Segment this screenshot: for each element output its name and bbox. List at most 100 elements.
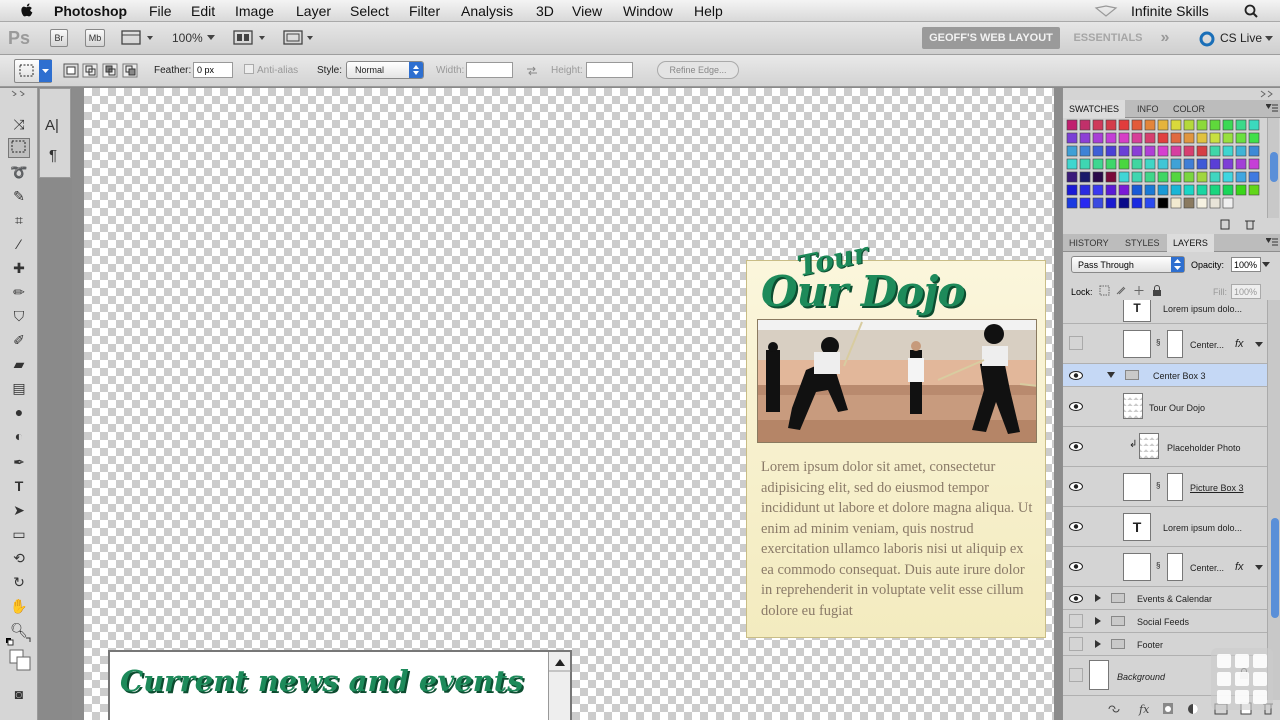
apple-icon[interactable] (20, 3, 34, 18)
zoom-dropdown-icon[interactable] (207, 35, 215, 41)
menu-layer[interactable]: Layer (296, 3, 331, 19)
layer-name[interactable]: Center... (1190, 340, 1224, 350)
eraser-tool-icon[interactable]: ▰ (8, 354, 30, 374)
lasso-tool-icon[interactable]: ➰ (8, 162, 30, 182)
color-swatches-icon[interactable] (4, 636, 34, 676)
menu-filter[interactable]: Filter (409, 3, 440, 19)
layer-row[interactable]: § Picture Box 3 (1063, 467, 1267, 507)
history-brush-tool-icon[interactable]: ✐ (8, 330, 30, 350)
menu-analysis[interactable]: Analysis (461, 3, 513, 19)
swatches-scrollbar[interactable] (1267, 118, 1279, 218)
visibility-eye-icon[interactable] (1069, 522, 1083, 531)
layer-name[interactable]: Social Feeds (1137, 617, 1189, 627)
arrange-documents-icon[interactable] (233, 30, 269, 46)
effects-expand-icon[interactable] (1255, 565, 1263, 571)
crop-tool-icon[interactable]: ⌗ (8, 210, 30, 230)
cs-live-button[interactable]: CS Live (1220, 31, 1262, 45)
tools-panel-collapse-icon[interactable] (0, 90, 38, 96)
3d-rotate-tool-icon[interactable]: ⟲ (8, 548, 30, 568)
document-canvas[interactable]: Tour Our Dojo Lorem ipsum dolor sit amet… (84, 88, 1054, 720)
swatch-grid[interactable] (1065, 118, 1261, 214)
layers-scroll-thumb[interactable] (1271, 518, 1279, 618)
visibility-empty-icon[interactable] (1069, 668, 1083, 682)
shape-tool-icon[interactable]: ▭ (8, 524, 30, 544)
menu-app-name[interactable]: Photoshop (54, 3, 127, 19)
cs-live-icon[interactable] (1199, 31, 1215, 47)
layer-row[interactable]: Tour Our Dojo (1063, 387, 1267, 427)
layer-group-row-selected[interactable]: Center Box 3 (1063, 364, 1267, 387)
layer-row[interactable]: ↲ Placeholder Photo (1063, 427, 1267, 467)
feather-input[interactable] (193, 62, 233, 78)
visibility-eye-icon[interactable] (1069, 562, 1083, 571)
swatches-scroll-thumb[interactable] (1270, 152, 1278, 182)
marquee-tool-icon[interactable] (8, 138, 30, 158)
refine-edge-button[interactable]: Refine Edge... (657, 61, 739, 79)
tab-layers[interactable]: LAYERS (1167, 234, 1214, 252)
selection-mode-icons[interactable] (63, 63, 139, 79)
blend-mode-select[interactable]: Pass Through (1071, 256, 1185, 273)
view-extras-icon[interactable] (121, 30, 155, 46)
clone-stamp-tool-icon[interactable]: ⛉ (8, 306, 30, 326)
menu-select[interactable]: Select (350, 3, 389, 19)
bridge-button[interactable]: Br (50, 29, 68, 47)
center-box-3[interactable]: Tour Our Dojo Lorem ipsum dolor sit amet… (746, 236, 1046, 638)
visibility-empty-icon[interactable] (1069, 614, 1083, 628)
anti-alias-checkbox[interactable] (244, 64, 254, 74)
gradient-tool-icon[interactable]: ▤ (8, 378, 30, 398)
visibility-eye-icon[interactable] (1069, 482, 1083, 491)
style-select[interactable]: Normal (346, 61, 424, 79)
tool-preset-picker[interactable] (14, 59, 52, 83)
visibility-empty-icon[interactable] (1069, 336, 1083, 350)
zoom-level[interactable]: 100% (172, 31, 203, 45)
quick-mask-icon[interactable]: ◙ (8, 684, 30, 704)
blur-tool-icon[interactable]: ● (8, 402, 30, 422)
menu-view[interactable]: View (572, 3, 602, 19)
layer-name[interactable]: Events & Calendar (1137, 594, 1212, 604)
quick-selection-tool-icon[interactable]: ✎ (8, 186, 30, 206)
screen-mode-icon[interactable] (283, 30, 317, 46)
pen-tool-icon[interactable]: ✒ (8, 452, 30, 472)
width-input[interactable] (466, 62, 513, 78)
layer-name[interactable]: Picture Box 3 (1190, 483, 1244, 493)
eyedropper-tool-icon[interactable]: ⁄ (8, 234, 30, 254)
paragraph-panel-icon[interactable]: ¶ (49, 147, 57, 164)
visibility-eye-icon[interactable] (1069, 594, 1083, 603)
events-calendar-box[interactable]: Current news and events (108, 650, 572, 720)
spotlight-search-icon[interactable] (1244, 4, 1258, 18)
fill-input[interactable]: 100% (1231, 284, 1261, 299)
path-selection-tool-icon[interactable]: ➤ (8, 500, 30, 520)
layer-row[interactable]: T Lorem ipsum dolo... (1063, 300, 1267, 324)
swatches-footer-icons[interactable] (1213, 218, 1261, 230)
tab-styles[interactable]: STYLES (1119, 234, 1166, 252)
healing-brush-tool-icon[interactable]: ✚ (8, 258, 30, 278)
layer-row[interactable]: T Lorem ipsum dolo... (1063, 507, 1267, 547)
hand-tool-icon[interactable]: ✋ (8, 596, 30, 616)
layer-name[interactable]: Center... (1190, 563, 1224, 573)
group-expanded-icon[interactable] (1107, 372, 1115, 379)
layer-group-row[interactable]: Social Feeds (1063, 610, 1267, 633)
tab-history[interactable]: HISTORY (1063, 234, 1115, 252)
layer-effects-fx-icon[interactable]: fx (1235, 338, 1244, 350)
tab-info[interactable]: INFO (1131, 100, 1165, 118)
swatches-panel-menu-icon[interactable] (1266, 104, 1278, 114)
effects-expand-icon[interactable] (1255, 342, 1263, 348)
layer-name[interactable]: Center Box 3 (1153, 371, 1206, 381)
layer-name[interactable]: Background (1117, 672, 1165, 682)
menu-help[interactable]: Help (694, 3, 723, 19)
cs-live-dropdown-icon[interactable] (1265, 36, 1273, 42)
type-tool-icon[interactable]: T (8, 476, 30, 496)
layer-name[interactable]: Tour Our Dojo (1149, 403, 1205, 413)
group-collapsed-icon[interactable] (1095, 594, 1102, 603)
brush-tool-icon[interactable]: ✏ (8, 282, 30, 302)
swatch-grid-colors[interactable] (1065, 118, 1263, 214)
menu-file[interactable]: File (149, 3, 172, 19)
scroll-up-icon[interactable] (549, 652, 571, 672)
group-collapsed-icon[interactable] (1095, 640, 1102, 649)
lock-options-icons[interactable] (1099, 285, 1163, 297)
mini-bridge-button[interactable]: Mb (85, 29, 105, 47)
visibility-empty-icon[interactable] (1069, 637, 1083, 651)
layers-panel-menu-icon[interactable] (1266, 238, 1278, 248)
layer-row[interactable]: § Center... fx (1063, 324, 1267, 364)
opacity-slider-icon[interactable] (1262, 262, 1270, 268)
swap-width-height-icon[interactable] (526, 65, 538, 77)
